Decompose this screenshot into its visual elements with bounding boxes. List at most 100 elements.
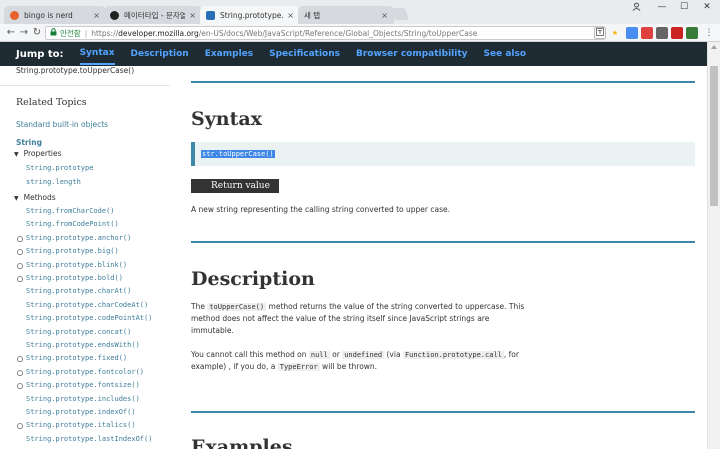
blog-favicon-icon	[110, 10, 119, 20]
bookmark-star-icon[interactable]: ★	[609, 27, 621, 39]
extension-blue-icon[interactable]	[626, 27, 638, 39]
sidebar-item-method[interactable]: String.fromCodePoint()	[26, 220, 119, 228]
jump-link-description[interactable]: Description	[131, 43, 189, 65]
sidebar-item-method[interactable]: String.prototype.italics()	[26, 421, 136, 429]
extension-grey-icon[interactable]	[656, 27, 668, 39]
url-scheme: https://	[91, 28, 119, 38]
jump-to-bar: Jump to: Syntax Description Examples Spe…	[0, 42, 707, 66]
sidebar-item-method[interactable]: String.prototype.lastIndexOf()	[26, 435, 152, 443]
section-rule	[191, 241, 695, 243]
extension-red-icon[interactable]	[641, 27, 653, 39]
inline-code: null	[308, 351, 330, 359]
breadcrumb-current: String.prototype.toUpperCase()	[16, 66, 135, 75]
sidebar-item-method[interactable]: String.prototype.fontsize()	[26, 381, 140, 389]
minimize-button[interactable]: —	[652, 2, 672, 12]
properties-label: Properties	[23, 149, 62, 158]
page-scrollbar[interactable]	[707, 42, 720, 449]
expand-triangle-icon: ▼	[14, 151, 19, 158]
extension-green-icon[interactable]	[686, 27, 698, 39]
scroll-up-arrow-icon[interactable]	[711, 45, 717, 49]
maximize-button[interactable]: ☐	[674, 2, 694, 12]
sidebar-item-method[interactable]: String.prototype.indexOf()	[26, 408, 136, 416]
profile-icon[interactable]	[626, 2, 646, 14]
sidebar-item-method[interactable]: String.prototype.bold()	[26, 274, 123, 282]
address-bar[interactable]: 안전함 | https:// developer.mozilla.org /en…	[45, 26, 605, 40]
description-paragraph-1: The toUpperCase() method returns the val…	[191, 302, 525, 335]
reload-button[interactable]: ↻	[30, 26, 44, 40]
sidebar-item-method[interactable]: String.prototype.blink()	[26, 261, 127, 269]
browser-tab-2[interactable]: 메이터타입 - 문자열과 ×	[104, 6, 202, 24]
tab-close-icon[interactable]: ×	[287, 11, 294, 20]
properties-group[interactable]: ▼ Properties	[14, 149, 62, 158]
url-host: developer.mozilla.org	[118, 28, 199, 38]
methods-label: Methods	[23, 193, 56, 202]
browser-menu-icon[interactable]: ⋮	[703, 27, 715, 39]
sidebar-item-method[interactable]: String.prototype.charAt()	[26, 287, 131, 295]
tab-close-icon[interactable]: ×	[93, 11, 100, 20]
browser-tab-3-active[interactable]: String.prototype.toUppe ×	[200, 6, 300, 24]
deprecated-icon	[17, 356, 23, 363]
sidebar-item-method[interactable]: String.prototype.includes()	[26, 395, 140, 403]
tab-title: bingo is nerd	[24, 10, 73, 20]
scrollbar-thumb[interactable]	[710, 66, 718, 206]
section-rule	[191, 81, 695, 83]
examples-heading: Examples	[191, 436, 293, 449]
tab-title: String.prototype.toUppe	[220, 10, 284, 20]
extension-red-square-icon[interactable]	[671, 27, 683, 39]
tab-close-icon[interactable]: ×	[189, 11, 196, 20]
sidebar-item-method[interactable]: String.prototype.fontcolor()	[26, 368, 144, 376]
browser-toolbar: ← → ↻ 안전함 | https:// developer.mozilla.o…	[0, 24, 720, 42]
standard-builtin-objects-link[interactable]: Standard built-in objects	[16, 120, 108, 129]
syntax-code[interactable]: str.toUpperCase()	[201, 150, 275, 158]
browser-tab-1[interactable]: bingo is nerd ×	[4, 6, 106, 24]
syntax-heading: Syntax	[191, 108, 262, 130]
mdn-favicon-icon	[206, 10, 215, 20]
deprecated-icon	[17, 383, 23, 390]
tab-title: 새 탭	[304, 10, 321, 20]
lock-icon	[50, 28, 57, 38]
deprecated-icon	[17, 369, 23, 376]
main-content: Syntax str.toUpperCase() Return value A …	[170, 66, 707, 449]
jump-link-specifications[interactable]: Specifications	[269, 43, 340, 65]
sidebar-item-method[interactable]: String.prototype.fixed()	[26, 354, 127, 362]
jump-link-syntax[interactable]: Syntax	[79, 43, 115, 65]
sidebar-item-method[interactable]: String.prototype.codePointAt()	[26, 314, 152, 322]
address-separator: |	[84, 28, 88, 38]
related-topics-title: Related Topics	[16, 97, 87, 108]
close-window-button[interactable]: ✕	[697, 2, 717, 12]
methods-group[interactable]: ▼ Methods	[14, 193, 56, 202]
sidebar-item-method[interactable]: String.prototype.endsWith()	[26, 341, 140, 349]
syntax-code-box: str.toUpperCase()	[191, 142, 695, 166]
section-rule	[191, 411, 695, 413]
jump-link-see-also[interactable]: See also	[484, 43, 527, 65]
sidebar-item-method[interactable]: String.prototype.big()	[26, 247, 119, 255]
inline-code-link[interactable]: Function.prototype.call	[402, 351, 504, 359]
deprecated-icon	[17, 235, 23, 242]
description-heading: Description	[191, 268, 315, 290]
sidebar-item-property[interactable]: String.prototype	[26, 164, 93, 172]
sidebar-item-method[interactable]: String.prototype.anchor()	[26, 234, 131, 242]
deprecated-icon	[17, 423, 23, 430]
browser-tab-strip: bingo is nerd × 메이터타입 - 문자열과 × String.pr…	[0, 0, 720, 24]
new-tab-button[interactable]	[390, 8, 410, 20]
inline-code: undefined	[342, 351, 385, 359]
back-button[interactable]: ←	[4, 26, 18, 40]
sidebar-item-method[interactable]: String.fromCharCode()	[26, 207, 115, 215]
tab-title: 메이터타입 - 문자열과	[124, 10, 186, 20]
sidebar-item-method[interactable]: String.prototype.concat()	[26, 328, 131, 336]
deprecated-icon	[17, 249, 23, 256]
return-value-heading: Return value	[191, 179, 279, 193]
inline-code-link[interactable]: TypeError	[277, 363, 320, 371]
forward-button[interactable]: →	[17, 26, 31, 40]
string-object-link[interactable]: String	[16, 138, 42, 147]
return-value-text: A new string representing the calling st…	[191, 205, 451, 214]
description-paragraph-2: You cannot call this method on null or u…	[191, 350, 519, 371]
sidebar-item-property[interactable]: string.length	[26, 178, 81, 186]
sidebar-item-method[interactable]: String.prototype.charCodeAt()	[26, 301, 148, 309]
jump-link-examples[interactable]: Examples	[205, 43, 253, 65]
jump-link-browser-compatibility[interactable]: Browser compatibility	[356, 43, 468, 65]
jump-to-label: Jump to:	[16, 48, 64, 60]
translate-icon[interactable]	[594, 27, 606, 39]
browser-tab-4[interactable]: 새 탭 ×	[298, 6, 394, 24]
tab-close-icon[interactable]: ×	[381, 11, 388, 20]
